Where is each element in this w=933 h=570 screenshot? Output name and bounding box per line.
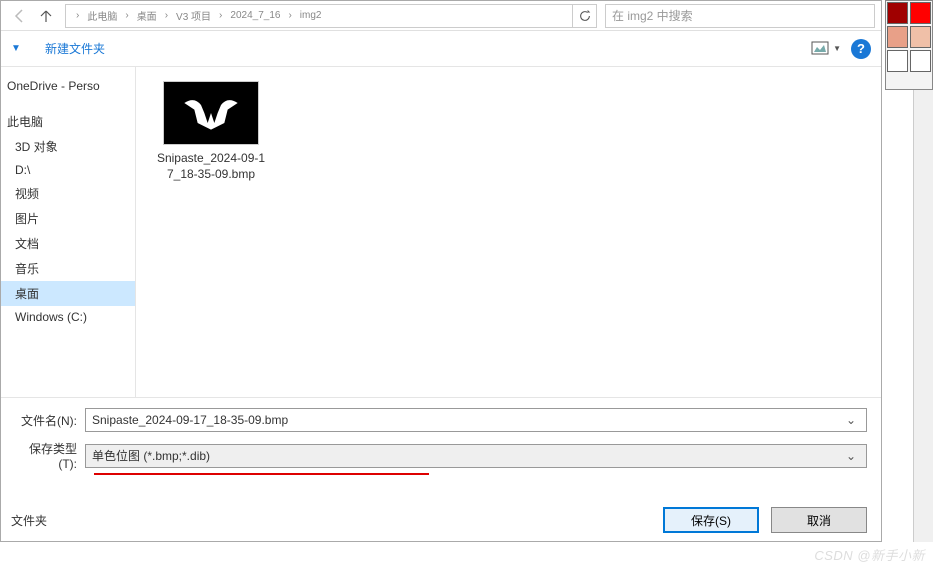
filetype-select[interactable]: 单色位图 (*.bmp;*.dib) ⌄ xyxy=(85,444,867,468)
hide-folders-link[interactable]: 文件夹 xyxy=(11,512,47,529)
caret-down-icon: ▼ xyxy=(833,44,841,53)
chevron-icon: › xyxy=(288,10,291,21)
chevron-down-icon[interactable]: ⌄ xyxy=(842,449,860,463)
filetype-label: 保存类型(T): xyxy=(11,440,85,471)
color-swatch[interactable] xyxy=(910,26,931,48)
color-palette xyxy=(885,0,933,90)
color-swatch-empty[interactable] xyxy=(887,50,908,72)
scrollbar[interactable] xyxy=(913,90,933,542)
chevron-icon: › xyxy=(76,10,79,21)
file-list[interactable]: Snipaste_2024-09-17_18-35-09.bmp xyxy=(136,67,881,397)
main-area: OneDrive - Perso 此电脑 3D 对象 D:\ 视频 图片 文档 … xyxy=(1,67,881,397)
search-placeholder: 在 img2 中搜索 xyxy=(612,7,693,24)
sidebar-item-desktop[interactable]: 桌面 xyxy=(1,281,135,306)
breadcrumb-item[interactable]: V3 项目 xyxy=(176,8,211,23)
sidebar-item-d-drive[interactable]: D:\ xyxy=(1,159,135,181)
view-mode-button[interactable]: ▼ xyxy=(811,41,841,57)
annotation-underline xyxy=(94,473,429,475)
file-name-label: Snipaste_2024-09-17_18-35-09.bmp xyxy=(156,151,266,182)
help-icon[interactable]: ? xyxy=(851,39,871,59)
sidebar: OneDrive - Perso 此电脑 3D 对象 D:\ 视频 图片 文档 … xyxy=(1,67,136,397)
color-swatch[interactable] xyxy=(887,26,908,48)
color-swatch[interactable] xyxy=(887,2,908,24)
file-item[interactable]: Snipaste_2024-09-17_18-35-09.bmp xyxy=(156,81,266,182)
chevron-icon: › xyxy=(219,10,222,21)
sidebar-item-documents[interactable]: 文档 xyxy=(1,231,135,256)
search-input[interactable]: 在 img2 中搜索 xyxy=(605,4,875,28)
sidebar-item-this-pc[interactable]: 此电脑 xyxy=(1,109,135,134)
breadcrumb-bar[interactable]: › 此电脑 › 桌面 › V3 项目 › 2024_7_16 › img2 xyxy=(65,4,573,28)
header-navigation: › 此电脑 › 桌面 › V3 项目 › 2024_7_16 › img2 在 … xyxy=(1,1,881,31)
filename-value: Snipaste_2024-09-17_18-35-09.bmp xyxy=(92,413,842,427)
chevron-icon: › xyxy=(165,10,168,21)
sidebar-item-videos[interactable]: 视频 xyxy=(1,181,135,206)
dialog-footer: 文件夹 保存(S) 取消 xyxy=(1,491,881,547)
toolbar: ▼ 新建文件夹 ▼ ? xyxy=(1,31,881,67)
watermark: CSDN @新手小新 xyxy=(814,545,925,564)
sidebar-item-music[interactable]: 音乐 xyxy=(1,256,135,281)
file-thumbnail xyxy=(163,81,259,145)
breadcrumb-item[interactable]: img2 xyxy=(300,10,322,21)
sidebar-item-windows-c[interactable]: Windows (C:) xyxy=(1,306,135,328)
filetype-value: 单色位图 (*.bmp;*.dib) xyxy=(92,447,842,464)
sidebar-item-pictures[interactable]: 图片 xyxy=(1,206,135,231)
save-button[interactable]: 保存(S) xyxy=(663,507,759,533)
chevron-down-icon[interactable]: ⌄ xyxy=(842,413,860,427)
save-fields: 文件名(N): Snipaste_2024-09-17_18-35-09.bmp… xyxy=(1,397,881,491)
refresh-button[interactable] xyxy=(573,4,597,28)
breadcrumb-item[interactable]: 此电脑 xyxy=(87,8,117,23)
sidebar-item-onedrive[interactable]: OneDrive - Perso xyxy=(1,75,135,97)
sidebar-item-3d[interactable]: 3D 对象 xyxy=(1,134,135,159)
color-swatch-empty[interactable] xyxy=(910,50,931,72)
breadcrumb-item[interactable]: 2024_7_16 xyxy=(230,10,280,21)
color-swatch[interactable] xyxy=(910,2,931,24)
filename-label: 文件名(N): xyxy=(11,412,85,429)
new-folder-button[interactable]: 新建文件夹 xyxy=(45,40,105,57)
cancel-button[interactable]: 取消 xyxy=(771,507,867,533)
nav-back-button[interactable] xyxy=(7,4,33,28)
nav-up-button[interactable] xyxy=(33,4,59,28)
chevron-icon: › xyxy=(125,10,128,21)
save-dialog: › 此电脑 › 桌面 › V3 项目 › 2024_7_16 › img2 在 … xyxy=(0,0,882,542)
filename-input[interactable]: Snipaste_2024-09-17_18-35-09.bmp ⌄ xyxy=(85,408,867,432)
organize-dropdown[interactable]: ▼ xyxy=(11,43,29,54)
breadcrumb-item[interactable]: 桌面 xyxy=(137,8,157,23)
